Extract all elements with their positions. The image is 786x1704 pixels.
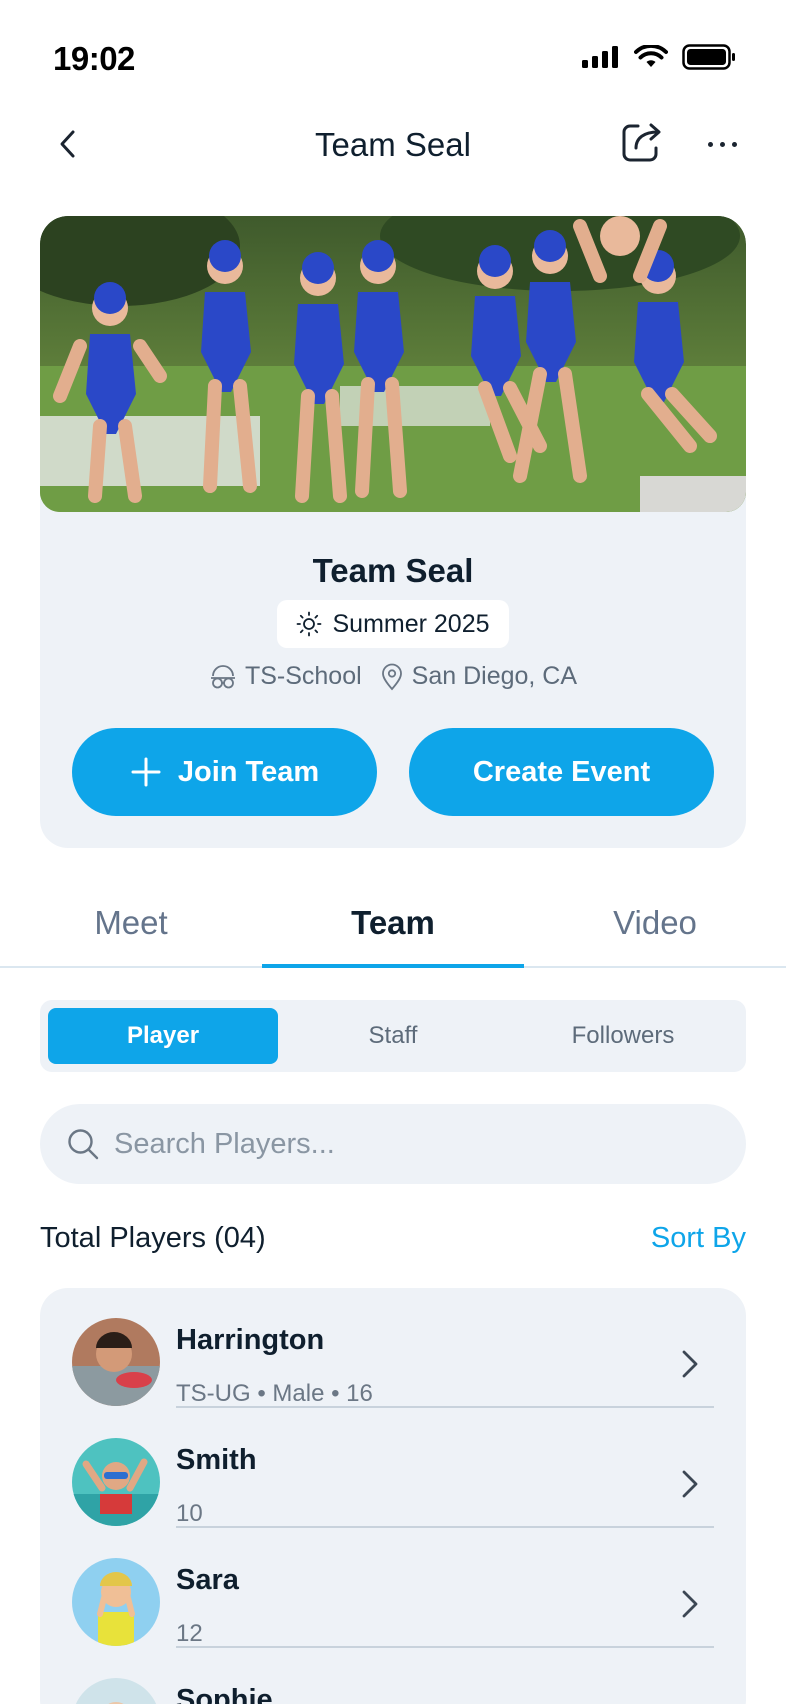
segment-followers[interactable]: Followers bbox=[508, 1008, 738, 1064]
school-name: TS-School bbox=[244, 662, 362, 690]
location-pin-icon bbox=[381, 663, 402, 690]
player-name: Sophie bbox=[176, 1684, 273, 1704]
player-meta: TS-UG • Male • 16 bbox=[176, 1380, 373, 1407]
more-options-button[interactable] bbox=[700, 124, 744, 164]
avatar bbox=[72, 1678, 160, 1704]
avatar bbox=[72, 1318, 160, 1406]
location-name: San Diego, CA bbox=[411, 662, 578, 690]
chevron-right-icon bbox=[682, 1470, 698, 1498]
sun-icon bbox=[297, 611, 322, 637]
join-team-label: Join Team bbox=[177, 755, 320, 788]
avatar bbox=[72, 1558, 160, 1646]
swim-goggles-icon bbox=[210, 664, 235, 688]
create-event-button[interactable]: Create Event bbox=[409, 728, 714, 816]
player-name: Sara bbox=[176, 1564, 239, 1596]
active-tab-indicator bbox=[262, 964, 524, 968]
player-search-bar bbox=[40, 1104, 746, 1184]
more-dot bbox=[719, 141, 725, 147]
season-chip: Summer 2025 bbox=[277, 600, 509, 648]
player-meta: 10 bbox=[176, 1500, 203, 1527]
location-info: San Diego, CA bbox=[380, 662, 577, 691]
battery-icon bbox=[682, 44, 735, 70]
team-photo bbox=[40, 216, 746, 512]
team-hero-card: Team Seal Summer 2025 TS-School San Dieg… bbox=[40, 216, 746, 848]
member-type-segmented-control: Player Staff Followers bbox=[40, 1000, 746, 1072]
share-icon bbox=[622, 123, 661, 162]
avatar bbox=[72, 1438, 160, 1526]
main-tabs: Meet Team Video bbox=[0, 880, 786, 968]
tab-video[interactable]: Video bbox=[524, 904, 786, 942]
player-name: Smith bbox=[176, 1444, 257, 1476]
list-item[interactable]: Smith 10 bbox=[72, 1408, 714, 1528]
tab-team[interactable]: Team bbox=[262, 904, 524, 942]
list-item[interactable]: Sophie bbox=[72, 1648, 714, 1704]
total-players-label: Total Players (04) bbox=[40, 1222, 266, 1254]
cellular-signal-icon bbox=[582, 46, 618, 68]
segment-player[interactable]: Player bbox=[48, 1008, 278, 1064]
status-bar: 19:02 bbox=[0, 0, 786, 110]
nav-bar: Team Seal bbox=[0, 110, 786, 180]
status-icons bbox=[582, 44, 736, 70]
chevron-right-icon bbox=[682, 1350, 698, 1378]
season-label: Summer 2025 bbox=[332, 609, 490, 638]
team-name: Team Seal bbox=[312, 552, 474, 589]
tab-meet[interactable]: Meet bbox=[0, 904, 262, 942]
player-name: Harrington bbox=[176, 1324, 325, 1356]
segment-staff[interactable]: Staff bbox=[278, 1008, 508, 1064]
join-team-button[interactable]: Join Team bbox=[72, 728, 377, 816]
more-dot bbox=[707, 141, 713, 147]
search-icon bbox=[68, 1129, 99, 1160]
school-info: TS-School bbox=[209, 662, 362, 691]
sort-by-button[interactable]: Sort By bbox=[651, 1222, 746, 1255]
status-time: 19:02 bbox=[53, 40, 135, 77]
page-title: Team Seal bbox=[315, 126, 471, 163]
player-list: Harrington TS-UG • Male • 16 Smith 10 Sa… bbox=[40, 1288, 746, 1704]
chevron-right-icon bbox=[682, 1590, 698, 1618]
more-dot bbox=[731, 141, 737, 147]
search-input[interactable] bbox=[114, 1127, 674, 1161]
wifi-icon bbox=[634, 45, 668, 67]
list-item[interactable]: Harrington TS-UG • Male • 16 bbox=[72, 1288, 714, 1408]
share-button[interactable] bbox=[620, 120, 664, 164]
player-meta: 12 bbox=[176, 1620, 203, 1647]
list-item[interactable]: Sara 12 bbox=[72, 1528, 714, 1648]
plus-icon bbox=[131, 757, 161, 787]
create-event-label: Create Event bbox=[472, 755, 651, 788]
team-meta-row: TS-School San Diego, CA bbox=[40, 662, 746, 691]
